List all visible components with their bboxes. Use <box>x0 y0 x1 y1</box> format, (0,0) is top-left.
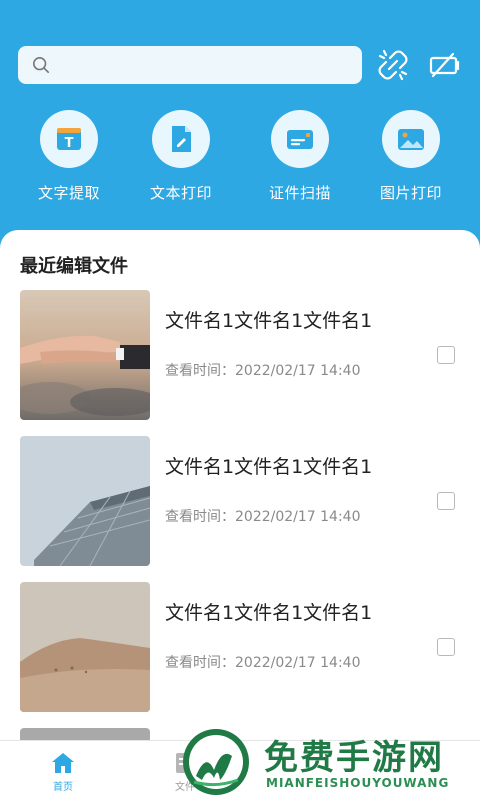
recent-files-panel: 最近编辑文件 文件名1文件名1文件名1 查看时间：2022/02/17 14:4… <box>0 230 480 740</box>
text-extract-icon: T <box>57 128 81 151</box>
tab-label: 首页 <box>53 782 73 793</box>
tool-image-print[interactable]: 图片打印 <box>361 110 461 203</box>
tool-id-card-scan[interactable]: 证件扫描 <box>250 110 350 203</box>
file-name: 文件名1文件名1文件名1 <box>165 602 373 624</box>
tool-label: 文本打印 <box>149 184 212 202</box>
file-list-item[interactable]: 文件名1文件名1文件名1 查看时间：2022/02/17 14:40 <box>0 436 480 568</box>
file-view-time: 查看时间：2022/02/17 14:40 <box>165 655 361 671</box>
file-list-item[interactable]: 文件名1文件名1文件名1 查看时间：2022/02/17 14:40 <box>0 290 480 422</box>
tab-home[interactable]: 首页 <box>3 741 123 800</box>
file-thumbnail <box>20 290 150 420</box>
file-view-time: 查看时间：2022/02/17 14:40 <box>165 363 361 379</box>
file-name: 文件名1文件名1文件名1 <box>165 456 373 478</box>
svg-text:T: T <box>65 136 74 151</box>
search-icon <box>32 56 50 74</box>
app-header: T 文字提取 文本打印 证件扫描 图片打印 <box>0 0 480 250</box>
search-bar[interactable] <box>18 46 362 84</box>
tool-label: 文字提取 <box>37 184 100 202</box>
watermark: 免费手游网 MIANFEISHOUYOUWANG <box>180 724 480 800</box>
file-select-checkbox[interactable] <box>437 492 455 510</box>
tool-text-extract[interactable]: T 文字提取 <box>19 110 119 203</box>
section-title: 最近编辑文件 <box>20 256 128 277</box>
tool-document-print[interactable]: 文本打印 <box>131 110 231 203</box>
watermark-subtitle: MIANFEISHOUYOUWANG <box>266 776 450 790</box>
home-icon <box>52 753 74 773</box>
file-select-checkbox[interactable] <box>437 346 455 364</box>
search-input[interactable] <box>58 46 348 84</box>
tool-label: 证件扫描 <box>268 184 331 202</box>
watermark-title: 免费手游网 <box>264 738 444 778</box>
watermark-logo <box>183 729 249 795</box>
unlink-icon[interactable] <box>376 48 410 82</box>
file-name: 文件名1文件名1文件名1 <box>165 310 373 332</box>
file-list-item[interactable]: 文件名1文件名1文件名1 查看时间：2022/02/17 14:40 <box>0 582 480 714</box>
file-thumbnail-partial <box>20 728 150 740</box>
file-select-checkbox[interactable] <box>437 638 455 656</box>
id-card-scan-icon <box>287 130 313 149</box>
battery-off-icon[interactable] <box>428 48 462 82</box>
tool-grid: T 文字提取 文本打印 证件扫描 图片打印 <box>0 110 480 210</box>
file-thumbnail <box>20 436 150 566</box>
document-print-icon <box>172 126 191 152</box>
file-view-time: 查看时间：2022/02/17 14:40 <box>165 509 361 525</box>
image-print-icon <box>398 129 424 150</box>
tool-label: 图片打印 <box>379 184 442 202</box>
file-thumbnail <box>20 582 150 712</box>
